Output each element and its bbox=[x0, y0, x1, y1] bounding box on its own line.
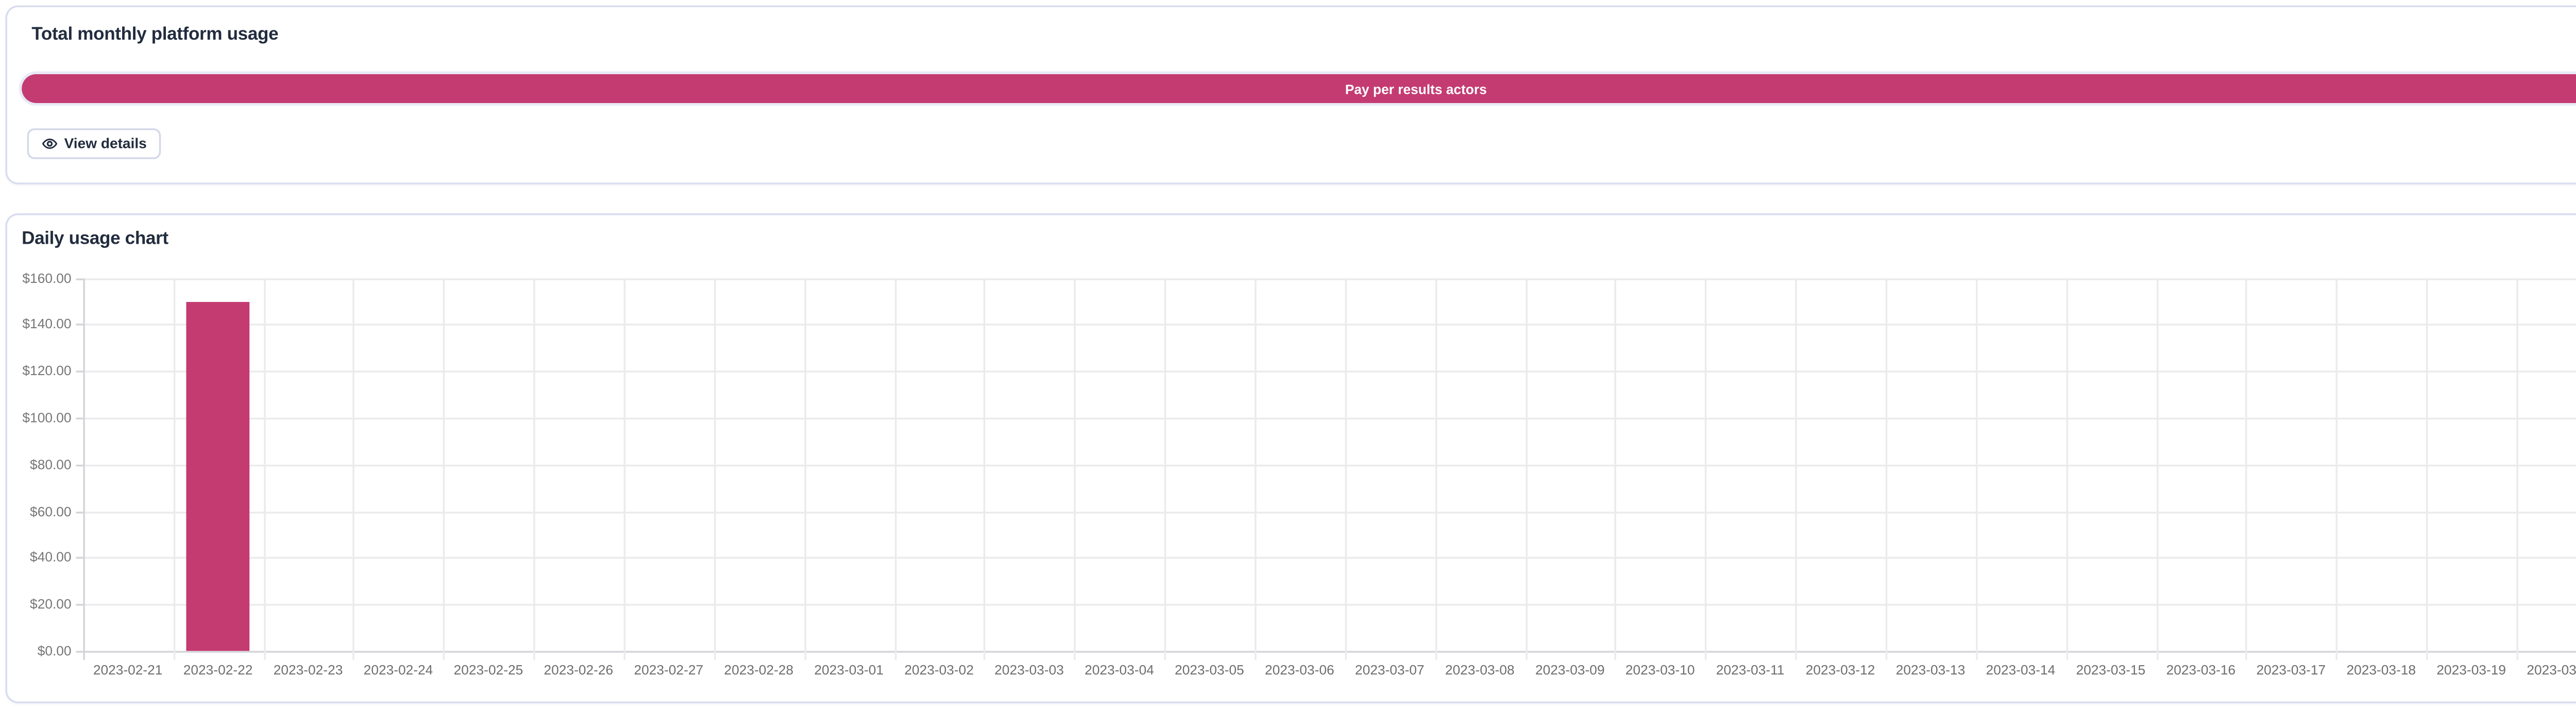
x-tick-label: 2023-02-23 bbox=[274, 662, 343, 678]
x-gridline bbox=[1255, 278, 1257, 659]
y-tick-label: $60.00 bbox=[6, 503, 71, 519]
y-tick-label: $80.00 bbox=[6, 456, 71, 472]
x-tick-label: 2023-03-09 bbox=[1535, 662, 1605, 678]
x-gridline bbox=[1705, 278, 1707, 659]
x-gridline bbox=[443, 278, 445, 659]
x-gridline bbox=[2246, 278, 2248, 659]
x-tick-label: 2023-02-27 bbox=[634, 662, 703, 678]
y-tick bbox=[76, 324, 83, 326]
y-tick-label: $140.00 bbox=[6, 316, 71, 332]
x-tick-label: 2023-03-04 bbox=[1084, 662, 1154, 678]
y-tick bbox=[76, 464, 83, 466]
x-tick-label: 2023-03-20 bbox=[2527, 662, 2576, 678]
x-tick-label: 2023-03-17 bbox=[2257, 662, 2326, 678]
y-tick bbox=[76, 651, 83, 653]
x-gridline bbox=[1795, 278, 1798, 659]
x-tick-label: 2023-02-22 bbox=[183, 662, 253, 678]
y-tick-label: $100.00 bbox=[6, 410, 71, 426]
y-gridline bbox=[83, 511, 2576, 513]
x-tick-label: 2023-03-13 bbox=[1896, 662, 1965, 678]
x-tick-label: 2023-03-15 bbox=[2076, 662, 2146, 678]
x-tick-label: 2023-03-18 bbox=[2346, 662, 2416, 678]
x-tick-label: 2023-02-28 bbox=[724, 662, 793, 678]
y-tick bbox=[76, 604, 83, 606]
view-details-button[interactable]: View details bbox=[27, 127, 161, 159]
x-tick-label: 2023-03-01 bbox=[814, 662, 884, 678]
y-tick-label: $120.00 bbox=[6, 363, 71, 379]
x-tick-label: 2023-03-08 bbox=[1445, 662, 1515, 678]
x-tick-label: 2023-03-02 bbox=[904, 662, 974, 678]
x-gridline bbox=[1164, 278, 1166, 659]
summary-card: Total monthly platform usage $150.00 Pay… bbox=[5, 6, 2576, 184]
x-gridline bbox=[1435, 278, 1437, 659]
x-gridline bbox=[1074, 278, 1076, 659]
x-gridline bbox=[2516, 278, 2518, 659]
progress-segment[interactable]: Pay per results actors bbox=[22, 74, 2576, 103]
x-gridline bbox=[353, 278, 355, 659]
x-gridline bbox=[714, 278, 716, 659]
usage-dashboard: Total monthly platform usage $150.00 Pay… bbox=[0, 0, 2576, 709]
x-gridline bbox=[2156, 278, 2158, 659]
x-tick-label: 2023-03-07 bbox=[1355, 662, 1425, 678]
x-gridline bbox=[2066, 278, 2068, 659]
y-gridline bbox=[83, 371, 2576, 373]
x-gridline bbox=[894, 278, 896, 659]
y-tick bbox=[76, 511, 83, 513]
y-tick-label: $40.00 bbox=[6, 549, 71, 566]
x-tick-label: 2023-03-16 bbox=[2166, 662, 2236, 678]
y-tick-label: $20.00 bbox=[6, 596, 71, 613]
x-gridline bbox=[1976, 278, 1978, 659]
chart-title: Daily usage chart bbox=[22, 229, 168, 249]
y-gridline bbox=[83, 604, 2576, 606]
y-gridline bbox=[83, 464, 2576, 466]
x-gridline bbox=[2426, 278, 2428, 659]
x-gridline bbox=[83, 278, 85, 659]
x-tick-label: 2023-03-10 bbox=[1625, 662, 1695, 678]
x-tick-label: 2023-02-21 bbox=[93, 662, 163, 678]
x-gridline bbox=[984, 278, 986, 659]
y-gridline bbox=[83, 417, 2576, 419]
view-details-label: View details bbox=[64, 135, 147, 151]
y-tick-label: $0.00 bbox=[6, 643, 71, 659]
x-tick-label: 2023-03-19 bbox=[2436, 662, 2506, 678]
y-gridline bbox=[83, 558, 2576, 560]
x-tick-label: 2023-03-03 bbox=[994, 662, 1064, 678]
usage-bar-2023-02-22[interactable] bbox=[187, 302, 249, 651]
daily-usage-chart-card: Daily usage chart AbsoluteCumulative $0.… bbox=[5, 212, 2576, 703]
y-gridline bbox=[83, 324, 2576, 326]
y-tick bbox=[76, 558, 83, 560]
x-gridline bbox=[1886, 278, 1888, 659]
x-gridline bbox=[623, 278, 625, 659]
y-gridline bbox=[83, 278, 2576, 280]
usage-progress-bar: Pay per results actors bbox=[22, 74, 2576, 103]
y-tick bbox=[76, 417, 83, 419]
y-tick bbox=[76, 278, 83, 280]
x-tick-label: 2023-02-25 bbox=[454, 662, 523, 678]
x-gridline bbox=[533, 278, 535, 659]
y-tick-label: $160.00 bbox=[6, 269, 71, 286]
x-tick-label: 2023-03-12 bbox=[1806, 662, 1875, 678]
x-gridline bbox=[2336, 278, 2338, 659]
chart-plot-area: $0.00 $20.00 $40.00 $60.00 $80.00 $100.00 $120… bbox=[6, 214, 2576, 702]
x-gridline bbox=[173, 278, 175, 659]
x-gridline bbox=[263, 278, 265, 659]
summary-title: Total monthly platform usage bbox=[31, 25, 278, 45]
y-gridline bbox=[83, 651, 2576, 653]
x-tick-label: 2023-03-14 bbox=[1986, 662, 2056, 678]
x-tick-label: 2023-03-05 bbox=[1175, 662, 1244, 678]
x-tick-label: 2023-02-24 bbox=[364, 662, 433, 678]
x-gridline bbox=[804, 278, 806, 659]
x-tick-label: 2023-03-11 bbox=[1716, 662, 1785, 678]
x-tick-label: 2023-03-06 bbox=[1265, 662, 1334, 678]
x-gridline bbox=[1345, 278, 1347, 659]
chart-legend: Actor compute unitsProxy SERPsProxy resi… bbox=[6, 214, 2576, 702]
y-tick bbox=[76, 371, 83, 373]
eye-icon bbox=[42, 135, 58, 151]
x-gridline bbox=[1525, 278, 1527, 659]
x-tick-label: 2023-02-26 bbox=[544, 662, 614, 678]
x-gridline bbox=[1615, 278, 1617, 659]
